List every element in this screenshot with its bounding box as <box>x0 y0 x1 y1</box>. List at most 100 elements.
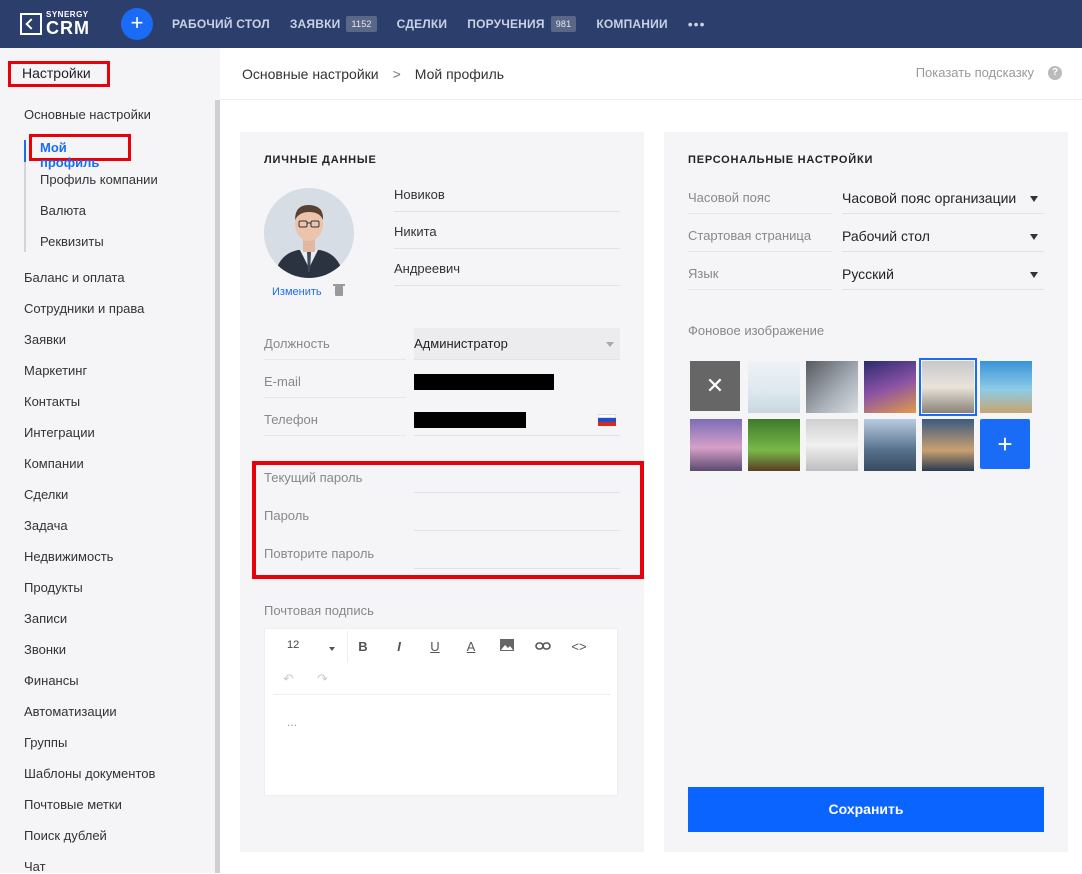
bg-tile-pier[interactable] <box>980 361 1032 413</box>
sidebar-item-requisites[interactable]: Реквизиты <box>40 234 104 249</box>
undo-icon[interactable]: ↶ <box>283 671 294 687</box>
email-row: E-mail <box>264 366 620 398</box>
sidebar-item-real-estate[interactable]: Недвижимость <box>24 549 113 564</box>
middle-name-field[interactable]: Андреевич <box>394 258 620 286</box>
sidebar-item-chat[interactable]: Чат <box>24 859 46 874</box>
nav-deals[interactable]: СДЕЛКИ <box>397 17 448 31</box>
position-row: Должность Администратор <box>264 328 620 360</box>
main-nav: РАБОЧИЙ СТОЛ ЗАЯВКИ 1152 СДЕЛКИ ПОРУЧЕНИЯ… <box>172 0 706 48</box>
bg-tile-road-selected[interactable] <box>919 358 977 416</box>
sidebar-item-automations[interactable]: Автоматизации <box>24 704 117 719</box>
sidebar-item-balance[interactable]: Баланс и оплата <box>24 270 125 285</box>
personal-data-title: ЛИЧНЫЕ ДАННЫЕ <box>264 154 377 166</box>
language-label: Язык <box>688 266 832 290</box>
bg-tile-sunset[interactable] <box>690 419 742 471</box>
position-select[interactable]: Администратор <box>414 328 620 360</box>
bg-tile-snow[interactable] <box>748 361 800 413</box>
sidebar-item-companies[interactable]: Компании <box>24 456 84 471</box>
text-color-icon[interactable]: A <box>459 637 483 657</box>
sidebar-item-employees[interactable]: Сотрудники и права <box>24 301 144 316</box>
settings-sidebar: Настройки Основные настройки Мой профиль… <box>0 48 220 874</box>
bg-tile-evening-city[interactable] <box>922 419 974 471</box>
avatar[interactable] <box>264 188 354 278</box>
phone-label: Телефон <box>264 412 406 436</box>
password-field[interactable] <box>414 530 620 531</box>
sidebar-item-company-profile[interactable]: Профиль компании <box>40 172 158 187</box>
bg-tile-forest[interactable] <box>748 419 800 471</box>
phone-field[interactable] <box>414 404 620 436</box>
sidebar-scrollbar[interactable] <box>215 100 220 873</box>
breadcrumb: Основные настройки > Мой профиль <box>242 66 504 82</box>
synergy-crm-logo[interactable]: SYNERGY CRM <box>20 11 90 37</box>
first-name-field[interactable]: Никита <box>394 221 620 249</box>
nav-assignments[interactable]: ПОРУЧЕНИЯ 981 <box>467 16 577 32</box>
sidebar-item-products[interactable]: Продукты <box>24 580 83 595</box>
toolbar-divider <box>347 631 348 663</box>
sidebar-item-currency[interactable]: Валюта <box>40 203 86 218</box>
timezone-select[interactable]: Часовой пояс организации <box>842 180 1044 214</box>
font-size-select[interactable]: 12 <box>287 639 299 651</box>
breadcrumb-root-link[interactable]: Основные настройки <box>242 66 379 82</box>
sidebar-title: Настройки <box>8 61 110 87</box>
start-page-select[interactable]: Рабочий стол <box>842 218 1044 252</box>
nav-requests[interactable]: ЗАЯВКИ 1152 <box>290 16 377 32</box>
logo-mark-icon <box>20 13 42 35</box>
help-icon[interactable]: ? <box>1048 65 1062 80</box>
signature-text-area[interactable]: ... <box>287 715 297 729</box>
change-avatar-link[interactable]: Изменить <box>272 286 322 298</box>
redo-icon[interactable]: ↷ <box>317 671 328 687</box>
sidebar-item-marketing[interactable]: Маркетинг <box>24 363 87 378</box>
image-icon[interactable] <box>495 637 519 657</box>
bold-icon[interactable]: B <box>351 637 375 657</box>
sidebar-item-deals[interactable]: Сделки <box>24 487 68 502</box>
last-name-field[interactable]: Новиков <box>394 184 620 212</box>
code-icon[interactable]: <> <box>567 637 591 657</box>
sidebar-item-requests[interactable]: Заявки <box>24 332 66 347</box>
sidebar-item-my-profile[interactable]: Мой профиль <box>29 134 131 170</box>
underline-icon[interactable]: U <box>423 637 447 657</box>
bg-none-tile[interactable]: ✕ <box>690 361 740 411</box>
requests-count-badge: 1152 <box>346 16 377 32</box>
bg-add-button[interactable]: + <box>980 419 1030 469</box>
delete-avatar-trash-icon[interactable] <box>333 284 345 296</box>
sidebar-item-doc-templates[interactable]: Шаблоны документов <box>24 766 155 781</box>
bg-tile-city-night[interactable] <box>864 361 916 413</box>
sidebar-section-main-settings[interactable]: Основные настройки <box>24 107 151 122</box>
personal-settings-panel: ПЕРСОНАЛЬНЫЕ НАСТРОЙКИ Часовой пояс Часо… <box>664 132 1068 852</box>
repeat-password-field[interactable] <box>414 568 620 569</box>
show-hint-link[interactable]: Показать подсказку ? <box>916 65 1062 80</box>
sidebar-item-mail-tags[interactable]: Почтовые метки <box>24 797 122 812</box>
sidebar-item-task[interactable]: Задача <box>24 518 68 533</box>
nav-desktop-label: РАБОЧИЙ СТОЛ <box>172 17 270 31</box>
editor-toolbar: 12 B I U A <> ↶ ↷ <box>273 629 611 695</box>
sidebar-item-records[interactable]: Записи <box>24 611 67 626</box>
more-menu-icon[interactable]: ••• <box>688 16 706 32</box>
email-field[interactable] <box>414 366 620 398</box>
sidebar-item-duplicates[interactable]: Поиск дублей <box>24 828 107 843</box>
language-select[interactable]: Русский <box>842 256 1044 290</box>
language-chevron-down-icon[interactable] <box>1030 272 1038 278</box>
current-password-field[interactable] <box>414 492 620 493</box>
sidebar-item-calls[interactable]: Звонки <box>24 642 66 657</box>
sidebar-item-integrations[interactable]: Интеграции <box>24 425 95 440</box>
create-new-button[interactable]: + <box>121 8 153 40</box>
link-icon[interactable] <box>531 637 555 657</box>
language-select-value: Русский <box>842 266 894 282</box>
sidebar-item-finance[interactable]: Финансы <box>24 673 79 688</box>
nav-companies[interactable]: КОМПАНИИ <box>596 17 667 31</box>
nav-desktop[interactable]: РАБОЧИЙ СТОЛ <box>172 17 270 31</box>
position-label: Должность <box>264 336 406 360</box>
position-select-value: Администратор <box>414 336 508 351</box>
bg-tile-brick[interactable] <box>806 419 858 471</box>
bg-tile-desk[interactable] <box>806 361 858 413</box>
save-button[interactable]: Сохранить <box>688 787 1044 832</box>
sidebar-item-groups[interactable]: Группы <box>24 735 67 750</box>
bg-tile-skyscrapers[interactable] <box>864 419 916 471</box>
email-label: E-mail <box>264 374 406 398</box>
start-page-chevron-down-icon[interactable] <box>1030 234 1038 240</box>
russia-flag-icon[interactable] <box>598 414 616 426</box>
font-size-chevron-down-icon[interactable] <box>329 647 335 651</box>
sidebar-item-contacts[interactable]: Контакты <box>24 394 80 409</box>
italic-icon[interactable]: I <box>387 637 411 657</box>
timezone-chevron-down-icon[interactable] <box>1030 196 1038 202</box>
